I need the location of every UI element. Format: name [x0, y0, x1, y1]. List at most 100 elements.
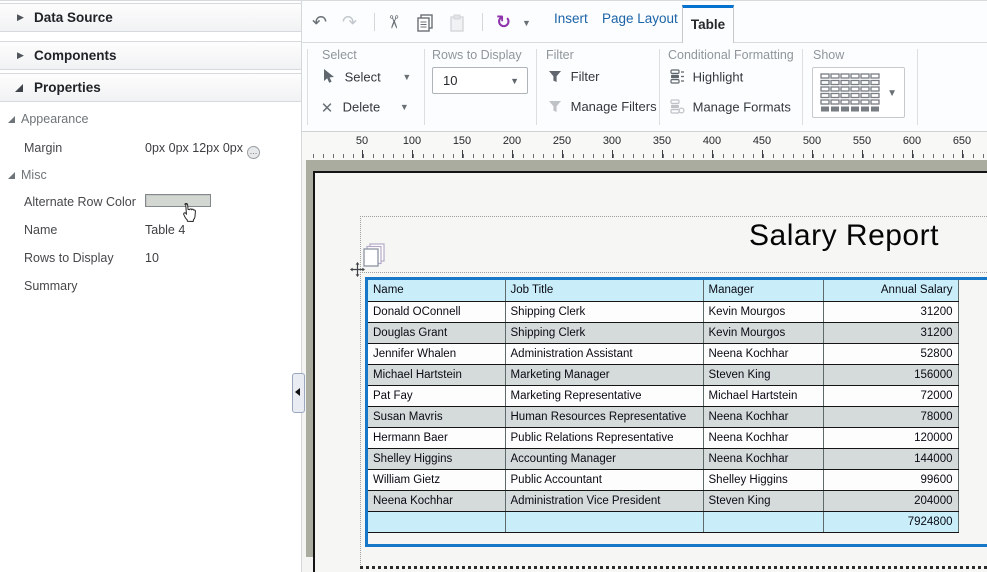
table-cell[interactable]: Steven King — [703, 490, 823, 511]
table-cell[interactable]: 78000 — [823, 406, 958, 427]
table-cell[interactable]: Pat Fay — [368, 385, 505, 406]
column-header[interactable]: Manager — [703, 280, 823, 301]
table-cell[interactable]: Shelley Higgins — [703, 469, 823, 490]
table-cell[interactable]: 72000 — [823, 385, 958, 406]
table-cell[interactable]: Kevin Mourgos — [703, 322, 823, 343]
table-cell[interactable]: Accounting Manager — [505, 448, 703, 469]
table-cell[interactable]: 99600 — [823, 469, 958, 490]
view-report-dropdown-caret[interactable]: ▼ — [522, 18, 531, 28]
property-group-appearance[interactable]: Appearance — [0, 111, 301, 129]
select-button[interactable]: Select ▼ — [320, 69, 411, 89]
ruler-major-tick — [412, 150, 413, 158]
table-cell[interactable]: Steven King — [703, 364, 823, 385]
table-cell[interactable]: Douglas Grant — [368, 322, 505, 343]
table-cell[interactable]: 120000 — [823, 427, 958, 448]
table-cell[interactable]: Neena Kochhar — [703, 427, 823, 448]
table-cell[interactable]: Neena Kochhar — [703, 343, 823, 364]
table-cell[interactable]: 52800 — [823, 343, 958, 364]
table-cell[interactable]: Neena Kochhar — [368, 490, 505, 511]
tab-page-layout[interactable]: Page Layout — [602, 11, 678, 26]
ruler-major-tick — [762, 150, 763, 158]
table-cell[interactable]: Marketing Manager — [505, 364, 703, 385]
total-value-cell[interactable]: 7924800 — [823, 511, 958, 532]
table-cell[interactable]: Jennifer Whalen — [368, 343, 505, 364]
sidebar-collapse-handle[interactable] — [292, 373, 305, 413]
ruler-major-tick — [562, 150, 563, 158]
ruler-major-tick — [812, 150, 813, 158]
filter-funnel-icon — [546, 70, 564, 86]
table-cell[interactable]: Susan Mavris — [368, 406, 505, 427]
manage-filters-button[interactable]: Manage Filters — [546, 99, 657, 119]
table-cell[interactable]: Michael Hartstein — [368, 364, 505, 385]
show-gridlines-button[interactable]: ▼ — [812, 67, 905, 118]
table-cell[interactable]: 31200 — [823, 301, 958, 322]
table-cell[interactable]: Hermann Baer — [368, 427, 505, 448]
table-cell[interactable]: 144000 — [823, 448, 958, 469]
total-empty-cell[interactable] — [703, 511, 823, 532]
property-value[interactable]: 0px 0px 12px 0px… — [145, 141, 260, 159]
table-cell[interactable]: Michael Hartstein — [703, 385, 823, 406]
property-value[interactable]: 10 — [145, 251, 159, 265]
filter-button[interactable]: Filter — [546, 69, 600, 89]
table-cell[interactable]: William Gietz — [368, 469, 505, 490]
report-title[interactable]: Salary Report — [624, 219, 987, 253]
table-cell[interactable]: Administration Vice President — [505, 490, 703, 511]
property-name: Rows to Display — [24, 251, 114, 265]
tab-table[interactable]: Table — [682, 5, 734, 43]
sidebar-section-data-source[interactable]: ▶ Data Source — [0, 3, 301, 32]
repeating-section-icon[interactable] — [362, 242, 388, 275]
manage-formats-button[interactable]: Manage Formats — [668, 99, 791, 119]
table-cell[interactable]: Human Resources Representative — [505, 406, 703, 427]
table-cell[interactable]: 31200 — [823, 322, 958, 343]
cut-icon[interactable]: ✂ — [384, 14, 404, 29]
color-swatch[interactable] — [145, 194, 211, 207]
table-cell[interactable]: Neena Kochhar — [703, 448, 823, 469]
dropdown-caret-icon[interactable]: ▼ — [402, 72, 411, 82]
table-cell[interactable]: Shelley Higgins — [368, 448, 505, 469]
ribbon-group-label: Select — [322, 48, 357, 62]
delete-button[interactable]: ✕ Delete ▼ — [318, 99, 409, 119]
table-cell[interactable]: Shipping Clerk — [505, 301, 703, 322]
table-cell[interactable]: 156000 — [823, 364, 958, 385]
table-cell[interactable]: Kevin Mourgos — [703, 301, 823, 322]
total-empty-cell[interactable] — [505, 511, 703, 532]
property-group-misc[interactable]: Misc — [0, 167, 301, 185]
table-row: Jennifer WhalenAdministration AssistantN… — [368, 343, 958, 364]
table-cell[interactable]: Marketing Representative — [505, 385, 703, 406]
table-cell[interactable]: Public Accountant — [505, 469, 703, 490]
table-cell[interactable]: Public Relations Representative — [505, 427, 703, 448]
manage-formats-icon — [668, 99, 686, 117]
table-cell[interactable]: Shipping Clerk — [505, 322, 703, 343]
redo-icon[interactable]: ↷ — [342, 12, 357, 32]
property-value[interactable]: Table 4 — [145, 223, 185, 237]
column-header[interactable]: Name — [368, 280, 505, 301]
rows-to-display-select[interactable]: 10 ▼ — [432, 67, 528, 94]
sidebar-section-components[interactable]: ▶ Components — [0, 41, 301, 70]
total-empty-cell[interactable] — [368, 511, 505, 532]
table-cell[interactable]: Administration Assistant — [505, 343, 703, 364]
view-report-icon[interactable]: ↻ — [496, 12, 511, 32]
selected-table-frame[interactable]: NameJob TitleManagerAnnual Salary Donald… — [365, 277, 987, 547]
column-header[interactable]: Annual Salary — [823, 280, 958, 301]
column-header[interactable]: Job Title — [505, 280, 703, 301]
copy-icon[interactable] — [416, 14, 434, 37]
table-cell[interactable]: 204000 — [823, 490, 958, 511]
ruler-label: 350 — [647, 135, 677, 147]
highlight-button[interactable]: Highlight — [668, 69, 743, 89]
table-grid-icon — [820, 73, 882, 113]
triangle-expanded-icon — [15, 84, 23, 92]
more-options-icon[interactable]: … — [247, 146, 260, 159]
dropdown-caret-icon[interactable]: ▼ — [400, 102, 409, 112]
ribbon-group-label: Filter — [546, 48, 574, 62]
undo-icon[interactable]: ↶ — [312, 12, 327, 32]
table-cell[interactable]: Donald OConnell — [368, 301, 505, 322]
tab-insert[interactable]: Insert — [554, 11, 588, 26]
move-handle-icon[interactable] — [350, 262, 365, 282]
paste-icon[interactable] — [448, 14, 466, 37]
ruler-minor-ticks — [313, 154, 987, 158]
table-row: Hermann BaerPublic Relations Representat… — [368, 427, 958, 448]
property-name: Alternate Row Color — [24, 195, 136, 209]
ruler-label: 100 — [397, 135, 427, 147]
sidebar-section-properties[interactable]: Properties — [0, 73, 301, 102]
table-cell[interactable]: Neena Kochhar — [703, 406, 823, 427]
